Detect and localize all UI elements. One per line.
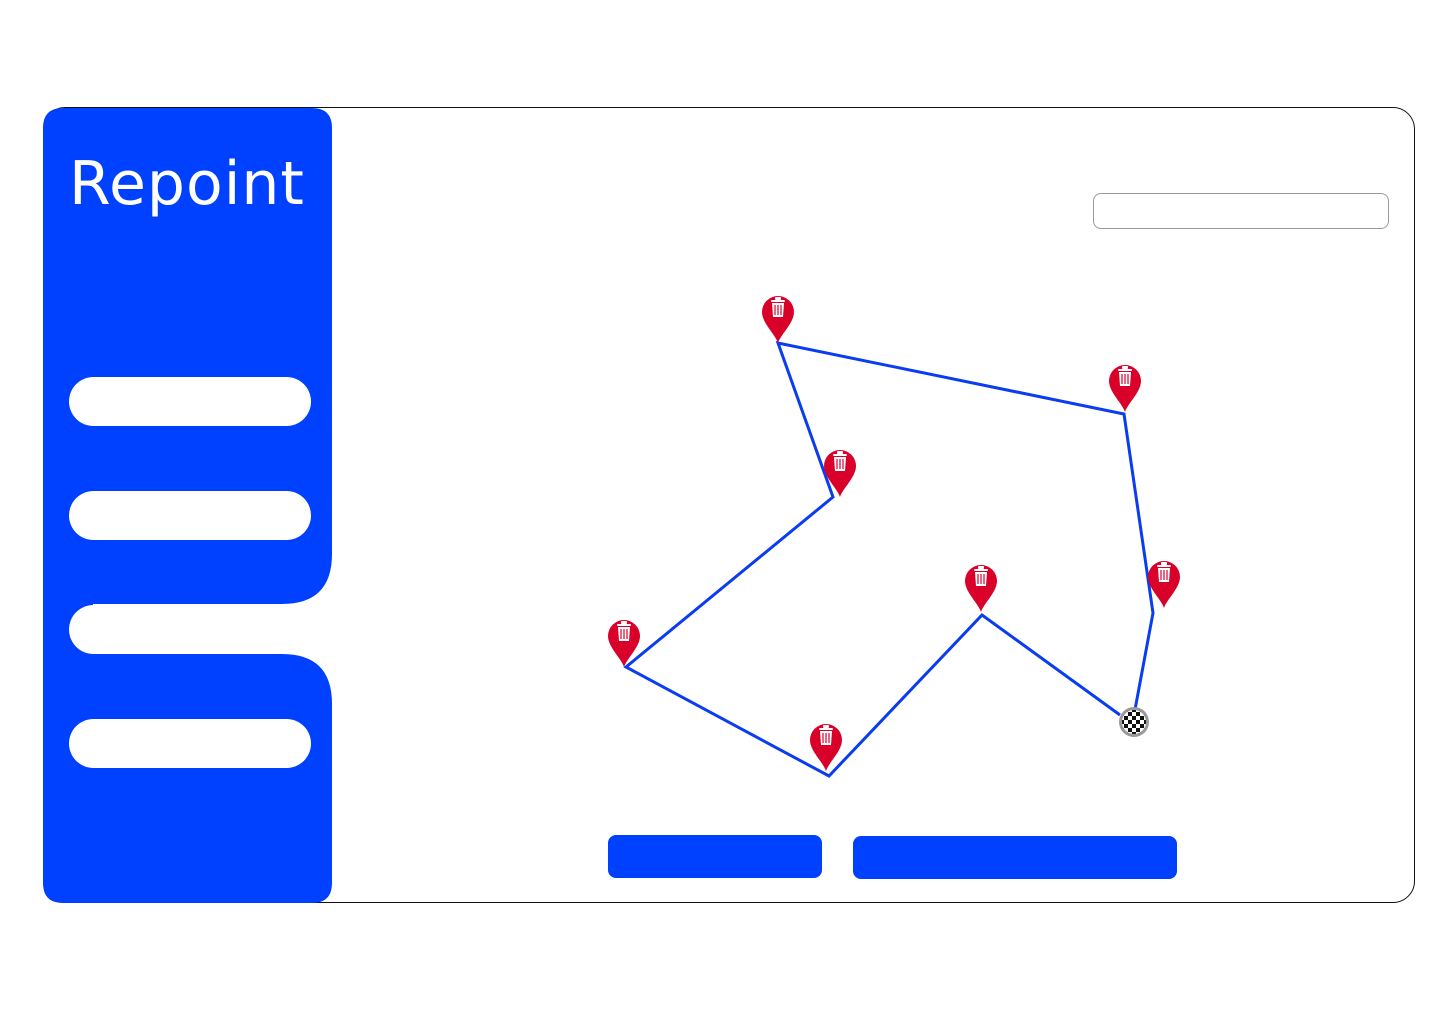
sidebar-item-2[interactable] <box>69 491 311 540</box>
secondary-action-button[interactable] <box>853 836 1177 879</box>
sidebar-item-4[interactable] <box>69 719 311 768</box>
screen: Repoint <box>0 0 1440 1024</box>
sidebar: Repoint <box>43 108 333 903</box>
sidebar-item-3-active[interactable] <box>69 605 333 654</box>
primary-action-button[interactable] <box>608 835 822 878</box>
checkered-flag-icon[interactable] <box>1119 707 1149 737</box>
search-input[interactable] <box>1093 193 1389 229</box>
brand-logo: Repoint <box>69 149 305 219</box>
sidebar-item-1[interactable] <box>69 377 311 426</box>
